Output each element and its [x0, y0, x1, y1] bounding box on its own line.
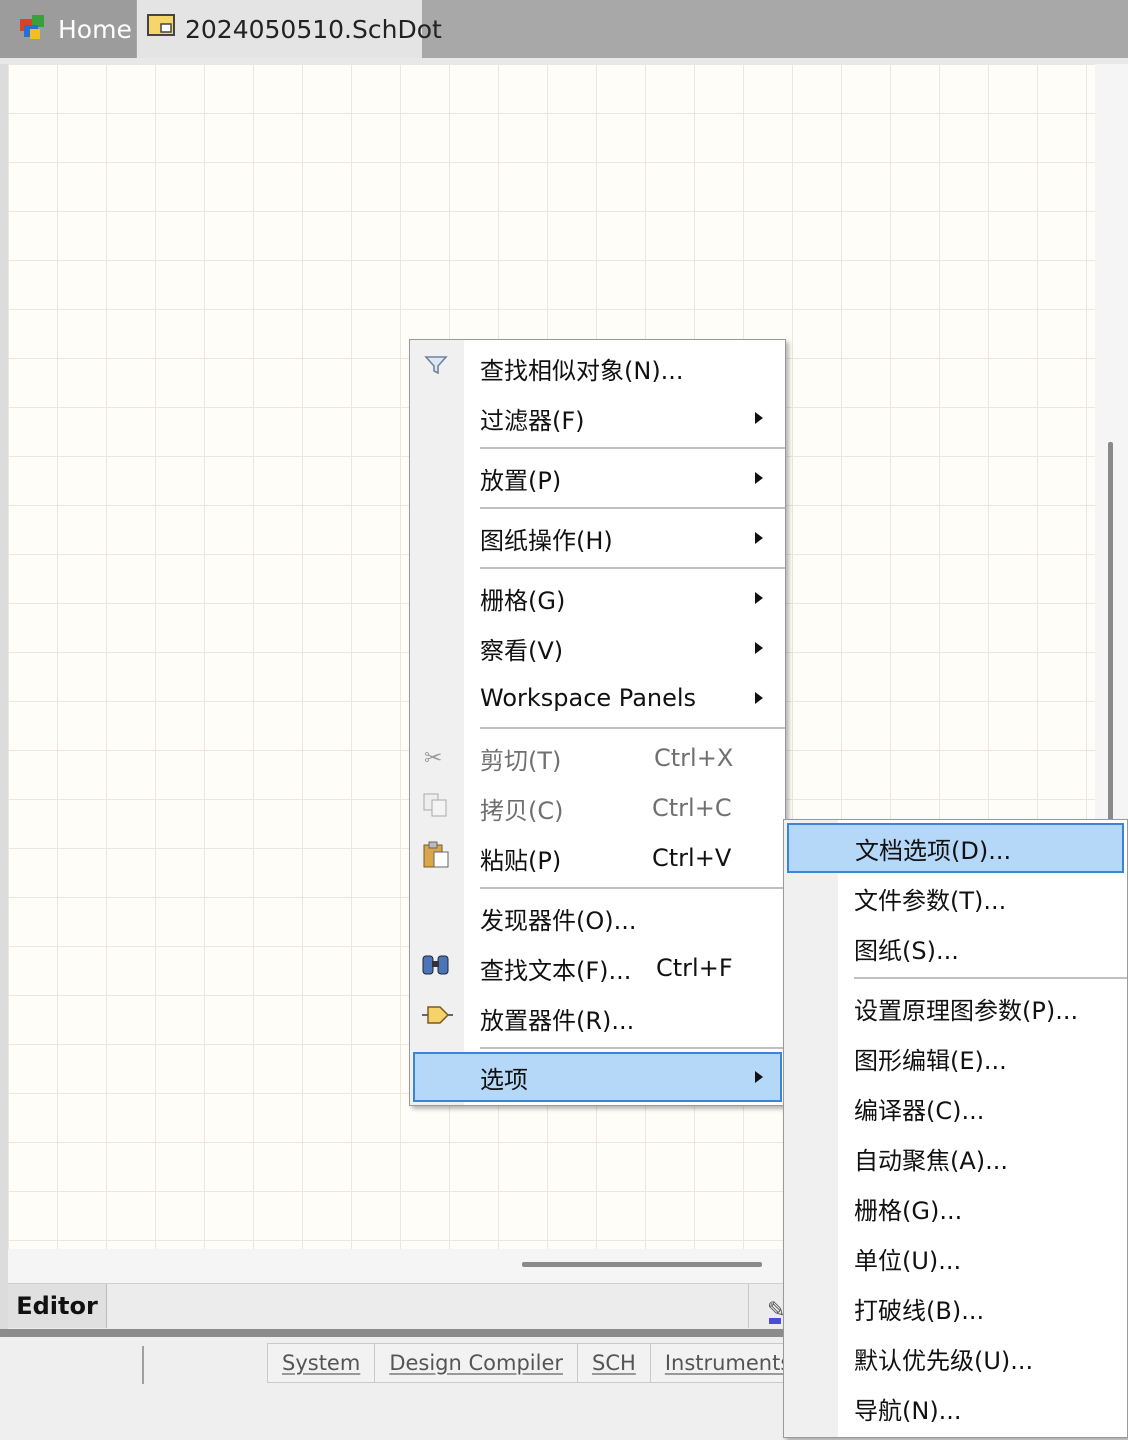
menu-separator: [480, 887, 785, 889]
menu-item-shortcut: Ctrl+F: [656, 954, 733, 982]
tab-home[interactable]: Home: [0, 0, 136, 58]
binoculars-icon: [420, 952, 452, 984]
editor-tab-label: Editor: [16, 1292, 98, 1320]
menu-item-place[interactable]: 放置(P): [410, 453, 785, 503]
document-tab-bar: Home 2024050510.SchDot: [0, 0, 1128, 58]
menu-item-shortcut: Ctrl+C: [652, 794, 732, 822]
menu-item-label: 图纸(S)...: [854, 936, 959, 965]
menu-item-label: Workspace Panels: [480, 684, 697, 712]
menu-item-view[interactable]: 察看(V): [410, 623, 785, 673]
menu-separator: [480, 567, 785, 569]
menu-item-label: 查找相似对象(N)...: [480, 356, 684, 385]
menu-separator: [480, 727, 785, 729]
submenu-arrow-icon: [755, 532, 763, 544]
context-menu: 查找相似对象(N)... 过滤器(F) 放置(P) 图纸操作(H) 栅格(G) …: [409, 339, 786, 1106]
menu-item-label: 文档选项(D)...: [855, 836, 1012, 865]
options-submenu: 文档选项(D)... 文件参数(T)... 图纸(S)... 设置原理图参数(P…: [783, 819, 1128, 1438]
menu-item-shortcut: Ctrl+V: [652, 844, 732, 872]
copy-icon: [422, 792, 450, 824]
menu-item-label: 导航(N)...: [854, 1396, 962, 1425]
menu-item-discover-parts[interactable]: 发现器件(O)...: [410, 893, 785, 943]
menu-item-label: 打破线(B)...: [854, 1296, 985, 1325]
submenu-item-graphical-editing[interactable]: 图形编辑(E)...: [784, 1033, 1127, 1083]
submenu-item-units[interactable]: 单位(U)...: [784, 1233, 1127, 1283]
home-icon: [18, 11, 48, 47]
menu-separator: [854, 977, 1127, 979]
submenu-arrow-icon: [755, 642, 763, 654]
submenu-arrow-icon: [755, 1071, 763, 1083]
menu-item-label: 栅格(G)...: [854, 1196, 963, 1225]
menu-item-filter[interactable]: 过滤器(F): [410, 393, 785, 443]
menu-item-paste[interactable]: 粘贴(P) Ctrl+V: [410, 833, 785, 883]
menu-item-label: 放置(P): [480, 466, 562, 495]
tab-home-label: Home: [58, 14, 132, 44]
menu-item-workspace-panels[interactable]: Workspace Panels: [410, 673, 785, 723]
submenu-arrow-icon: [755, 592, 763, 604]
menu-item-label: 查找文本(F)...: [480, 956, 632, 985]
menu-item-grid[interactable]: 栅格(G): [410, 573, 785, 623]
schematic-document-icon: [147, 14, 175, 44]
place-part-icon: [420, 1004, 454, 1032]
status-divider: [142, 1346, 144, 1384]
scissors-icon: ✂: [424, 745, 443, 771]
menu-item-cut[interactable]: ✂ 剪切(T) Ctrl+X: [410, 733, 785, 783]
menu-item-find-text[interactable]: 查找文本(F)... Ctrl+F: [410, 943, 785, 993]
submenu-item-navigation[interactable]: 导航(N)...: [784, 1383, 1127, 1433]
menu-item-label: 编译器(C)...: [854, 1096, 985, 1125]
menu-item-label: 栅格(G): [480, 586, 566, 615]
menu-item-label: 图形编辑(E)...: [854, 1046, 1007, 1075]
submenu-arrow-icon: [755, 472, 763, 484]
submenu-item-grids[interactable]: 栅格(G)...: [784, 1183, 1127, 1233]
menu-item-label: 发现器件(O)...: [480, 906, 637, 935]
menu-item-copy[interactable]: 拷贝(C) Ctrl+C: [410, 783, 785, 833]
menu-item-label: 放置器件(R)...: [480, 1006, 635, 1035]
color-swatch-icon: [769, 1318, 781, 1324]
menu-item-place-part[interactable]: 放置器件(R)...: [410, 993, 785, 1043]
menu-item-label: 设置原理图参数(P)...: [854, 996, 1079, 1025]
menu-item-label: 文件参数(T)...: [854, 886, 1007, 915]
tab-schematic-document[interactable]: 2024050510.SchDot: [137, 0, 442, 58]
submenu-arrow-icon: [755, 692, 763, 704]
panel-button-design-compiler[interactable]: Design Compiler: [375, 1344, 579, 1382]
menu-item-find-similar[interactable]: 查找相似对象(N)...: [410, 343, 785, 393]
menu-item-label: 自动聚焦(A)...: [854, 1146, 1009, 1175]
menu-item-label: 选项: [480, 1065, 528, 1094]
left-panel-edge[interactable]: [0, 64, 8, 1332]
panel-button-group: System Design Compiler SCH Instruments: [267, 1343, 807, 1383]
submenu-item-default-primitives[interactable]: 默认优先级(U)...: [784, 1333, 1127, 1383]
submenu-item-file-parameters[interactable]: 文件参数(T)...: [784, 873, 1127, 923]
submenu-item-auto-focus[interactable]: 自动聚焦(A)...: [784, 1133, 1127, 1183]
menu-item-label: 图纸操作(H): [480, 526, 613, 555]
horizontal-scrollbar-thumb[interactable]: [522, 1262, 762, 1267]
panel-button-sch[interactable]: SCH: [578, 1344, 651, 1382]
menu-item-sheet-actions[interactable]: 图纸操作(H): [410, 513, 785, 563]
editor-mode-button[interactable]: ✎: [748, 1284, 785, 1328]
menu-item-label: 单位(U)...: [854, 1246, 962, 1275]
submenu-item-schematic-preferences[interactable]: 设置原理图参数(P)...: [784, 983, 1127, 1033]
editor-tab[interactable]: Editor: [8, 1284, 107, 1328]
menu-item-options[interactable]: 选项: [413, 1052, 782, 1102]
submenu-item-document-options[interactable]: 文档选项(D)...: [787, 823, 1124, 873]
funnel-icon: [424, 354, 448, 382]
submenu-item-break-wire[interactable]: 打破线(B)...: [784, 1283, 1127, 1333]
menu-item-shortcut: Ctrl+X: [654, 744, 734, 772]
menu-item-label: 过滤器(F): [480, 406, 585, 435]
submenu-item-compiler[interactable]: 编译器(C)...: [784, 1083, 1127, 1133]
tab-document-label: 2024050510.SchDot: [185, 14, 442, 44]
menu-item-label: 粘贴(P): [480, 846, 562, 875]
menu-item-label: 默认优先级(U)...: [854, 1346, 1034, 1375]
menu-separator: [480, 447, 785, 449]
menu-item-label: 察看(V): [480, 636, 564, 665]
menu-separator: [480, 1047, 785, 1049]
menu-item-label: 拷贝(C): [480, 796, 564, 825]
paste-icon: [422, 841, 452, 875]
submenu-arrow-icon: [755, 412, 763, 424]
panel-button-system[interactable]: System: [268, 1344, 376, 1382]
vertical-scrollbar-thumb[interactable]: [1108, 442, 1113, 820]
menu-separator: [480, 507, 785, 509]
submenu-item-sheet[interactable]: 图纸(S)...: [784, 923, 1127, 973]
menu-item-label: 剪切(T): [480, 746, 562, 775]
